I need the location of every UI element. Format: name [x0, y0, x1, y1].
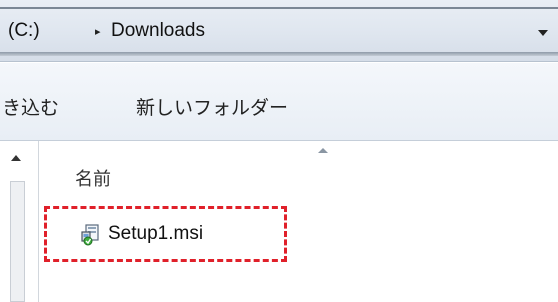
include-in-library-button[interactable]: き込む: [2, 93, 59, 120]
file-row-highlight[interactable]: Setup1.msi: [44, 206, 287, 262]
scroll-up-arrow-icon[interactable]: [11, 155, 21, 161]
navigation-pane[interactable]: [0, 141, 39, 302]
file-name-label[interactable]: Setup1.msi: [108, 223, 203, 245]
command-toolbar: き込む 新しいフォルダー: [0, 63, 558, 141]
new-folder-button[interactable]: 新しいフォルダー: [136, 93, 288, 120]
breadcrumb-folder[interactable]: Downloads: [111, 20, 205, 42]
address-bar-divider: [0, 52, 558, 56]
address-bar[interactable]: (C:) ▸ Downloads: [0, 0, 558, 62]
msi-installer-icon: [81, 224, 99, 246]
scrollbar-thumb[interactable]: [10, 181, 25, 302]
breadcrumb-drive[interactable]: (C:): [8, 20, 40, 42]
address-dropdown-icon[interactable]: [538, 30, 548, 36]
column-header-name[interactable]: 名前: [75, 165, 111, 191]
address-bar-border: [0, 7, 558, 9]
breadcrumb-separator-icon[interactable]: ▸: [95, 25, 101, 38]
sort-ascending-icon: [318, 148, 328, 153]
